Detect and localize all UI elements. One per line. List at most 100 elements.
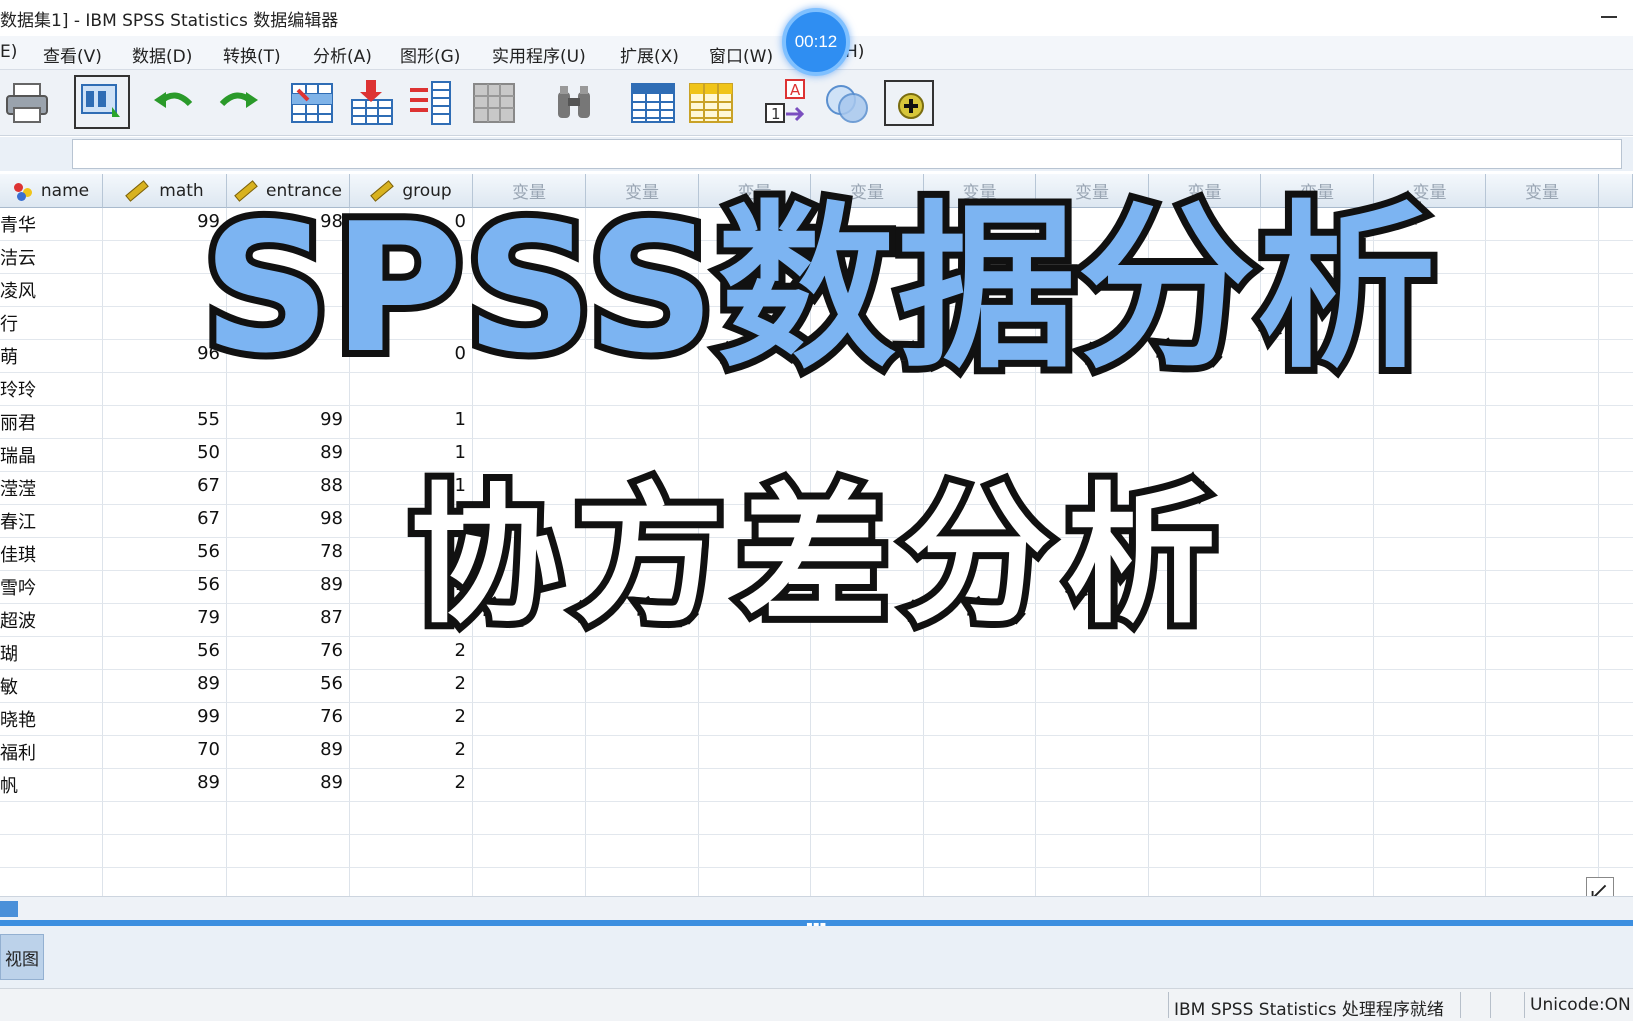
empty-cell[interactable] (103, 802, 227, 835)
redo-icon[interactable] (212, 78, 262, 128)
cell-math[interactable]: 89 (103, 670, 227, 703)
cell-math[interactable]: 56 (103, 637, 227, 670)
value-labels-icon[interactable]: A1 (762, 78, 812, 128)
menu-graphs[interactable]: 图形(G) (400, 42, 460, 67)
cell-group[interactable]: 1 (350, 439, 473, 472)
cell-name[interactable]: 敏 (0, 670, 103, 703)
cell-group[interactable]: 2 (350, 670, 473, 703)
cell-name[interactable]: 晓艳 (0, 703, 103, 736)
cell-name[interactable]: 行 (0, 307, 103, 340)
empty-cell[interactable] (227, 802, 350, 835)
empty-cell[interactable] (227, 835, 350, 868)
grid-column-line (1598, 208, 1599, 896)
cell-entrance[interactable]: 89 (227, 736, 350, 769)
grid-column-line (1485, 208, 1486, 896)
menu-edit[interactable]: E) (0, 42, 17, 62)
cell-name[interactable]: 春江 (0, 505, 103, 538)
cell-name[interactable]: 滢滢 (0, 472, 103, 505)
empty-cell[interactable] (0, 835, 103, 868)
empty-cell[interactable] (103, 835, 227, 868)
printer-icon[interactable] (2, 78, 52, 128)
column-header-name[interactable]: name (0, 174, 103, 208)
cell-entrance[interactable]: 88 (227, 472, 350, 505)
cell-entrance[interactable]: 56 (227, 670, 350, 703)
cell-entrance[interactable]: 76 (227, 703, 350, 736)
cell-name[interactable]: 雪吟 (0, 571, 103, 604)
cell-math[interactable]: 55 (103, 406, 227, 439)
menu-analyze[interactable]: 分析(A) (313, 42, 372, 67)
grid-row-line (473, 834, 1633, 835)
cell-group[interactable]: 2 (350, 736, 473, 769)
run-descriptives-icon[interactable] (470, 78, 520, 128)
svg-text:1: 1 (771, 105, 781, 123)
empty-cell[interactable] (350, 802, 473, 835)
cell-group[interactable]: 2 (350, 769, 473, 802)
goto-variable-icon[interactable] (348, 78, 398, 128)
column-header-empty-partial[interactable] (1599, 174, 1633, 208)
menu-utilities[interactable]: 实用程序(U) (492, 42, 586, 67)
empty-cell[interactable] (227, 868, 350, 896)
cell-name[interactable]: 萌 (0, 340, 103, 373)
cell-name[interactable]: 洁云 (0, 241, 103, 274)
cell-name[interactable]: 丽君 (0, 406, 103, 439)
variables-icon[interactable] (406, 78, 456, 128)
menu-transform[interactable]: 转换(T) (223, 42, 281, 67)
minimize-button[interactable] (1601, 16, 1617, 18)
cell-entrance[interactable]: 99 (227, 406, 350, 439)
empty-cell[interactable] (350, 835, 473, 868)
overlay-subtitle: 协方差分析 (403, 470, 1230, 644)
svg-text:A: A (790, 81, 801, 99)
recall-dialog-icon[interactable] (74, 75, 130, 129)
insert-variable-icon[interactable] (686, 78, 736, 128)
menu-data[interactable]: 数据(D) (132, 42, 192, 67)
cell-math[interactable]: 79 (103, 604, 227, 637)
window-title: 数据集1] - IBM SPSS Statistics 数据编辑器 (0, 11, 339, 31)
empty-cell[interactable] (350, 868, 473, 896)
cell-math[interactable]: 99 (103, 703, 227, 736)
cell-value-input[interactable] (72, 139, 1622, 169)
scrollbar-thumb[interactable] (0, 901, 18, 917)
empty-cell[interactable] (0, 868, 103, 896)
use-sets-icon[interactable] (822, 78, 872, 128)
cell-name[interactable]: 佳琪 (0, 538, 103, 571)
cell-entrance[interactable]: 76 (227, 637, 350, 670)
menu-extensions[interactable]: 扩展(X) (620, 42, 679, 67)
cell-math[interactable]: 89 (103, 769, 227, 802)
cell-math[interactable]: 67 (103, 505, 227, 538)
cell-group[interactable]: 2 (350, 703, 473, 736)
insert-cases-icon[interactable] (628, 78, 678, 128)
cell-entrance[interactable]: 89 (227, 439, 350, 472)
menu-view[interactable]: 查看(V) (43, 42, 102, 67)
view-tabs: 视图 (0, 926, 1633, 988)
grid-row-line (473, 735, 1633, 736)
cell-math[interactable]: 50 (103, 439, 227, 472)
cell-math[interactable]: 70 (103, 736, 227, 769)
cell-name[interactable]: 帆 (0, 769, 103, 802)
cell-math[interactable]: 67 (103, 472, 227, 505)
tab-variable-view[interactable]: 视图 (0, 934, 44, 980)
cell-math[interactable]: 56 (103, 538, 227, 571)
find-icon[interactable] (550, 78, 600, 128)
undo-icon[interactable] (150, 78, 200, 128)
show-all-variables-icon[interactable] (884, 80, 934, 126)
cell-group[interactable]: 1 (350, 406, 473, 439)
goto-case-icon[interactable] (288, 78, 338, 128)
column-header-empty[interactable]: 变量 (1486, 174, 1599, 208)
menu-window[interactable]: 窗口(W) (709, 42, 773, 67)
cell-entrance[interactable]: 89 (227, 769, 350, 802)
cell-name[interactable]: 超波 (0, 604, 103, 637)
horizontal-scrollbar[interactable] (0, 896, 1633, 920)
cell-entrance[interactable]: 78 (227, 538, 350, 571)
cell-entrance[interactable]: 98 (227, 505, 350, 538)
empty-cell[interactable] (0, 802, 103, 835)
cell-entrance[interactable]: 89 (227, 571, 350, 604)
cell-entrance[interactable]: 87 (227, 604, 350, 637)
cell-name[interactable]: 福利 (0, 736, 103, 769)
cell-name[interactable]: 玲玲 (0, 373, 103, 406)
cell-math[interactable]: 56 (103, 571, 227, 604)
cell-name[interactable]: 瑞晶 (0, 439, 103, 472)
cell-name[interactable]: 凌风 (0, 274, 103, 307)
empty-cell[interactable] (103, 868, 227, 896)
cell-name[interactable]: 瑚 (0, 637, 103, 670)
cell-name[interactable]: 青华 (0, 208, 103, 241)
